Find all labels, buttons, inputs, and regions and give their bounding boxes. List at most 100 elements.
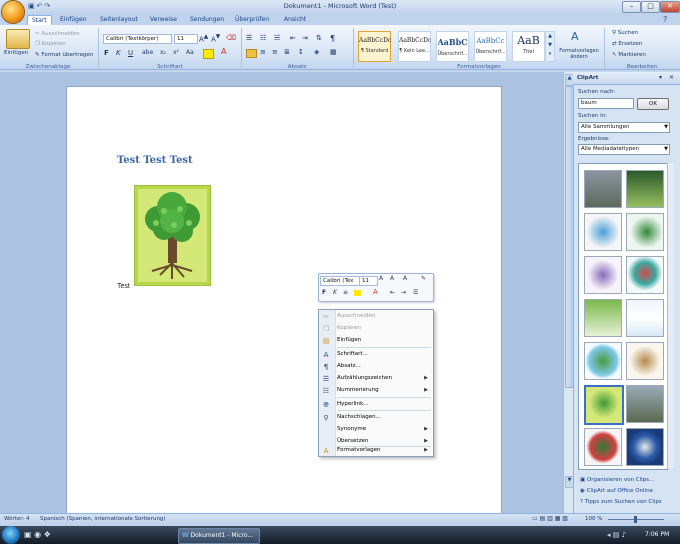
grow-font-button[interactable]: A▲ [199,34,208,43]
menu-item-hyperlink[interactable]: Hyperlink... [337,399,431,410]
style-no-spacing[interactable]: AaBbCcDc ¶ Kein Lee... [398,31,431,62]
zoom-level[interactable]: 100 % [585,516,602,522]
taskbar-word-button[interactable]: W Dokument1 - Micro... [178,528,260,544]
mini-shrink-font-icon[interactable]: A [390,275,394,282]
menu-item-font[interactable]: Schriftart... [337,349,431,360]
quick-launch[interactable]: ▣ ◉ ❖ [24,530,51,539]
superscript-button[interactable]: x² [173,49,179,56]
font-name-combo[interactable]: Calibri (Textkörper) [103,34,172,44]
language-indicator[interactable]: Spanisch (Spanien, internationale Sortie… [40,516,166,522]
clipart-thumbnail[interactable] [626,170,664,208]
results-scrollbar[interactable] [667,163,674,468]
start-button[interactable] [2,526,20,544]
style-heading1[interactable]: AaBbC Überschrif... [436,31,469,62]
tab-references[interactable]: Verweise [146,15,181,25]
mini-font-size[interactable]: 11 [359,276,378,286]
underline-button[interactable]: U [128,49,133,57]
justify-icon[interactable]: ≣ [284,48,290,56]
bold-button[interactable]: F [104,49,109,57]
clipart-online-link[interactable]: ◉ ClipArt auf Office Online [580,488,653,494]
clipart-thumbnail-selected[interactable] [584,385,624,425]
multilevel-list-icon[interactable]: ☵ [274,34,280,42]
font-color-icon[interactable]: A [221,47,226,56]
help-icon[interactable]: ? [663,15,667,24]
menu-item-copy[interactable]: Kopieren [337,323,431,334]
line-spacing-icon[interactable]: ↕ [298,48,304,56]
clipart-thumbnail[interactable] [584,170,622,208]
pane-menu-icon[interactable]: ▾ [659,74,662,81]
mini-bold-icon[interactable]: F [322,289,326,296]
align-left-icon[interactable] [246,49,257,58]
pane-close-icon[interactable]: ✕ [669,74,674,81]
mini-highlight-icon[interactable] [354,290,361,296]
clipart-thumbnail[interactable] [584,213,622,251]
replace-button[interactable]: ⇄ Ersetzen [612,41,642,47]
clock[interactable]: 7:06 PM [645,531,669,538]
subscript-button[interactable]: x₂ [160,49,166,56]
menu-item-numbering[interactable]: Nummerierung ▶ [337,385,431,396]
styles-gallery-scroll[interactable]: ▲ ▼ ▾ [545,31,555,62]
pilcrow-icon[interactable]: ¶ [330,34,335,43]
clear-formatting-icon[interactable]: ⌫ [226,34,236,42]
shading-icon[interactable]: ◈ [314,48,319,56]
tree-clipart-image[interactable] [134,185,211,286]
document-page[interactable] [66,86,502,518]
bullets-icon[interactable]: ☰ [246,34,252,42]
tray-icons[interactable]: ◂ ▤ ♪ [607,531,626,539]
close-button[interactable]: ✕ [660,1,680,13]
minimize-button[interactable]: – [622,1,641,13]
strikethrough-button[interactable]: abe [142,49,153,56]
font-size-combo[interactable]: 11 [174,34,198,44]
search-in-select[interactable]: Alle Sammlungen ▼ [578,122,670,133]
sort-icon[interactable]: ⇅ [316,34,322,42]
mini-align-center-icon[interactable]: ≡ [343,289,348,296]
word-count[interactable]: Wörter: 4 [4,516,30,522]
change-styles-button[interactable]: Formatvorlagen ändern [559,48,599,60]
save-icon[interactable]: ▣ [28,2,35,10]
results-type-select[interactable]: Alle Mediadateitypen ▼ [578,144,670,155]
clipart-thumbnail[interactable] [626,213,664,251]
format-painter-button[interactable]: ✎ Format übertragen [35,52,93,58]
mini-styles-icon[interactable]: A [403,275,407,282]
mini-format-painter-icon[interactable]: ✎ [421,275,426,282]
highlight-icon[interactable] [203,49,214,59]
paste-icon[interactable] [6,29,30,49]
tab-review[interactable]: Überprüfen [231,15,273,25]
italic-button[interactable]: K [116,49,121,57]
menu-item-styles[interactable]: Formatvorlagen ▶ [337,445,431,456]
style-standard[interactable]: AaBbCcDc ¶ Standard [358,31,391,62]
clipart-thumbnail[interactable] [584,428,622,466]
quick-access-toolbar[interactable]: ▣ ↶ ↷ [28,2,68,10]
mini-font-name[interactable]: Calibri (Tex [320,276,360,286]
clipart-thumbnail[interactable] [626,342,664,380]
search-tips-link[interactable]: ? Tipps zum Suchen von Clips [580,499,662,505]
clipart-thumbnail[interactable] [626,256,664,294]
clipart-thumbnail[interactable] [626,428,664,466]
change-styles-icon[interactable]: A [571,30,579,43]
menu-item-cut[interactable]: Ausschneiden [337,311,431,322]
mini-bullets-icon[interactable]: ☰ [413,289,418,296]
mini-grow-font-icon[interactable]: A [379,275,383,282]
align-center-icon[interactable]: ≡ [260,48,266,56]
borders-icon[interactable]: ▦ [330,48,337,56]
tab-insert[interactable]: Einfügen [56,15,90,25]
menu-item-synonyms[interactable]: Synonyme ▶ [337,424,431,435]
view-buttons[interactable]: ▭ ▤ ▥ ▦ ▧ [532,515,568,522]
tab-page-layout[interactable]: Seitenlayout [96,15,142,25]
change-case-button[interactable]: Aa [186,49,194,56]
find-button[interactable]: ⚲ Suchen [612,30,638,36]
menu-item-bullets[interactable]: Aufzählungszeichen ▶ [337,373,431,384]
tab-mailings[interactable]: Sendungen [186,15,228,25]
menu-item-paste[interactable]: Einfügen [337,335,431,346]
shrink-font-button[interactable]: A▼ [211,34,220,43]
menu-item-paragraph[interactable]: Absatz... [337,361,431,372]
align-right-icon[interactable]: ≡ [272,48,278,56]
undo-icon[interactable]: ↶ [37,2,43,10]
mini-increase-indent-icon[interactable]: ⇥ [401,289,406,296]
select-button[interactable]: ↖ Markieren [612,52,646,58]
search-ok-button[interactable]: OK [637,98,669,110]
office-button[interactable] [2,1,24,23]
numbering-icon[interactable]: ☷ [260,34,266,42]
zoom-slider-thumb[interactable] [634,516,637,523]
organize-clips-link[interactable]: ▣ Organisieren von Clips... [580,477,654,483]
